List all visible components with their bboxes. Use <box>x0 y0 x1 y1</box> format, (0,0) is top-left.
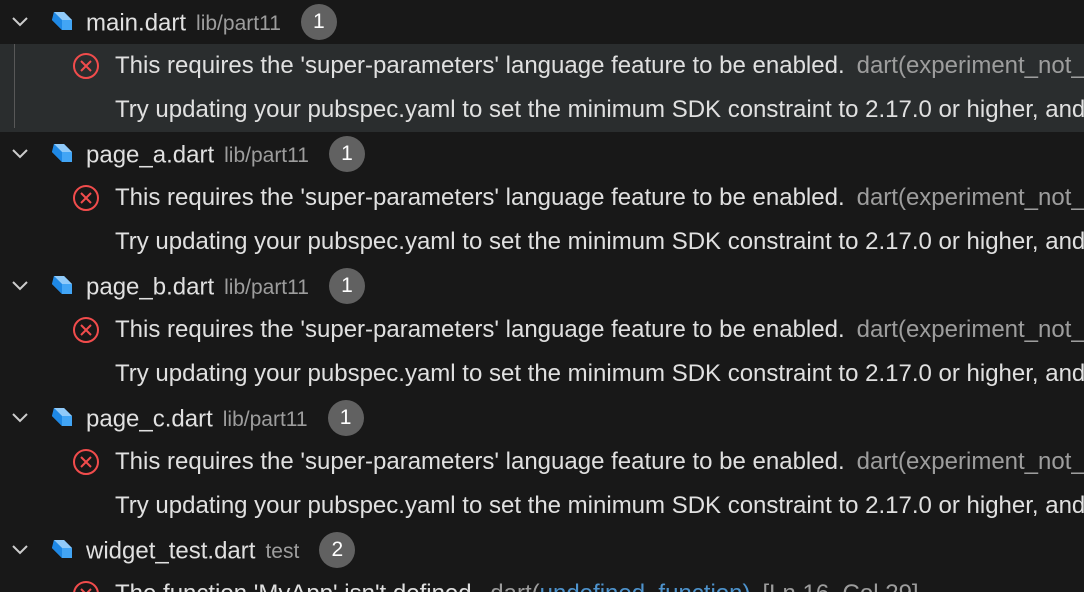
problem-count-badge: 2 <box>319 532 356 568</box>
dart-file-icon <box>52 144 72 162</box>
chevron-down-icon[interactable] <box>8 274 32 298</box>
file-name: page_b.dart <box>86 273 215 301</box>
error-message: This requires the 'super-parameters' lan… <box>115 52 845 79</box>
file-path: lib/part11 <box>224 276 309 300</box>
error-position: [Ln 16, Col 29] <box>762 580 918 592</box>
problem-item[interactable]: This requires the 'super-parameters' lan… <box>0 176 1084 220</box>
problem-hint[interactable]: Try updating your pubspec.yaml to set th… <box>0 88 1084 132</box>
dart-file-icon <box>52 408 72 426</box>
dart-file-icon <box>52 276 72 294</box>
hint-text: Try updating your pubspec.yaml to set th… <box>115 228 1084 255</box>
hint-text: Try updating your pubspec.yaml to set th… <box>115 360 1084 387</box>
problem-count-badge: 1 <box>300 4 337 40</box>
error-circle-icon <box>73 185 99 211</box>
error-code: dart(experiment_not_enabled) <box>856 184 1084 211</box>
file-path: lib/part11 <box>224 144 309 168</box>
problem-hint[interactable]: Try updating your pubspec.yaml to set th… <box>0 352 1084 396</box>
file-name: page_c.dart <box>86 405 213 433</box>
problem-item[interactable]: This requires the 'super-parameters' lan… <box>0 440 1084 484</box>
problem-item[interactable]: This requires the 'super-parameters' lan… <box>0 44 1084 88</box>
error-message: This requires the 'super-parameters' lan… <box>115 448 845 475</box>
error-message: This requires the 'super-parameters' lan… <box>115 316 845 343</box>
error-circle-icon <box>73 449 99 475</box>
file-name: page_a.dart <box>86 141 215 169</box>
file-name: main.dart <box>86 9 187 37</box>
dart-file-icon <box>52 540 72 558</box>
file-group-main-dart[interactable]: main.dart lib/part11 1 <box>0 0 1084 44</box>
problem-count-badge: 1 <box>328 268 365 304</box>
error-circle-icon <box>73 317 99 343</box>
error-code-prefix: dart( <box>490 580 539 592</box>
file-name: widget_test.dart <box>86 537 256 565</box>
chevron-down-icon[interactable] <box>8 406 32 430</box>
problem-count-badge: 1 <box>327 400 364 436</box>
chevron-down-icon[interactable] <box>8 142 32 166</box>
dart-file-icon <box>52 12 72 30</box>
error-circle-icon <box>73 581 99 592</box>
problem-item[interactable]: The function 'MyApp' isn't defined. dart(… <box>0 572 1084 592</box>
file-path: lib/part11 <box>196 12 281 36</box>
chevron-down-icon[interactable] <box>8 10 32 34</box>
file-group-page-b-dart[interactable]: page_b.dart lib/part11 1 <box>0 264 1084 308</box>
problems-panel: main.dart lib/part11 1 This requires the '… <box>0 0 1084 592</box>
indent-guide <box>14 44 15 128</box>
problem-item[interactable]: This requires the 'super-parameters' lan… <box>0 308 1084 352</box>
error-message: The function 'MyApp' isn't defined. <box>115 580 478 592</box>
file-group-widget-test-dart[interactable]: widget_test.dart test 2 <box>0 528 1084 572</box>
file-path: test <box>265 540 300 564</box>
chevron-down-icon[interactable] <box>8 538 32 562</box>
error-code: dart(experiment_not_enabled) <box>856 316 1084 343</box>
error-circle-icon <box>73 53 99 79</box>
error-code-suffix: ) <box>742 580 750 592</box>
error-message: This requires the 'super-parameters' lan… <box>115 184 845 211</box>
file-group-page-c-dart[interactable]: page_c.dart lib/part11 1 <box>0 396 1084 440</box>
error-code-link[interactable]: undefined_function <box>540 580 743 592</box>
hint-text: Try updating your pubspec.yaml to set th… <box>115 492 1084 519</box>
problem-hint[interactable]: Try updating your pubspec.yaml to set th… <box>0 220 1084 264</box>
file-path: lib/part11 <box>222 408 308 432</box>
file-group-page-a-dart[interactable]: page_a.dart lib/part11 1 <box>0 132 1084 176</box>
problem-hint[interactable]: Try updating your pubspec.yaml to set th… <box>0 484 1084 528</box>
error-code: dart(experiment_not_enabled) <box>856 52 1084 79</box>
hint-text: Try updating your pubspec.yaml to set th… <box>115 96 1084 123</box>
problem-count-badge: 1 <box>328 136 365 172</box>
error-code: dart(experiment_not_enabled) <box>856 448 1084 475</box>
